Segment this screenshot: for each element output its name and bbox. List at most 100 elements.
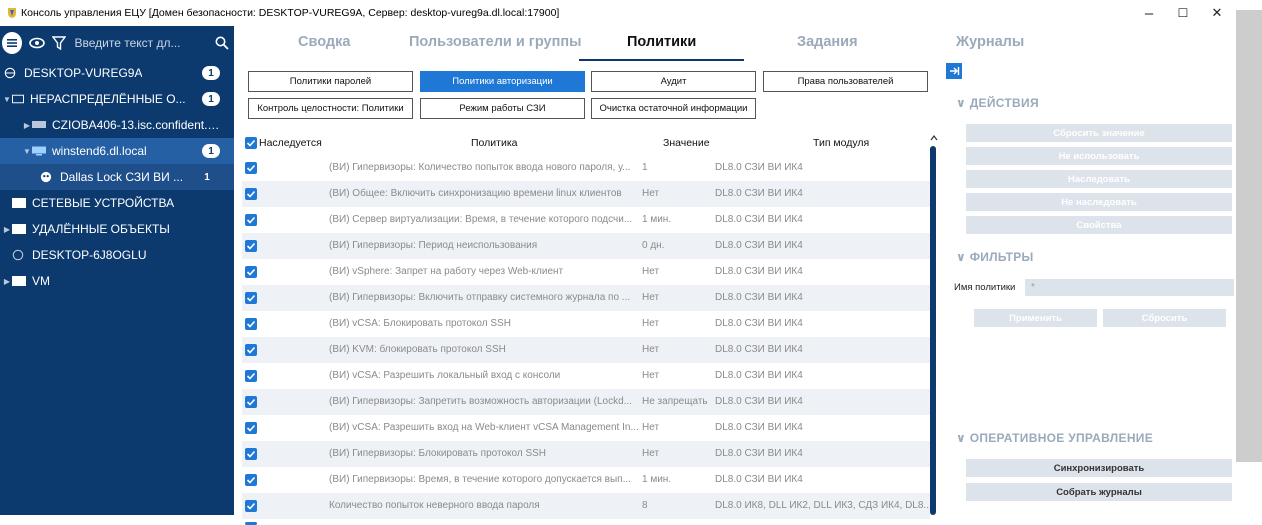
- module-cell: DL8.0 СЗИ ВИ ИК4: [715, 422, 803, 433]
- table-row[interactable]: (ВИ) Гипервизоры: Время, в течение котор…: [242, 467, 930, 493]
- column-header-inherited[interactable]: Наследуется: [259, 137, 322, 149]
- chevron-right-icon[interactable]: ▶: [2, 225, 12, 234]
- folder-icon: [12, 198, 26, 208]
- tree-item-unassigned[interactable]: ▼ НЕРАСПРЕДЕЛЁННЫЕ О... 1: [0, 86, 234, 112]
- authorization-policies-button[interactable]: Политики авторизации: [420, 71, 585, 92]
- tree-item-vm[interactable]: ▶ VM: [0, 268, 234, 294]
- table-row[interactable]: (ВИ) vCSA: Разрешить вход на Web-клиент …: [242, 415, 930, 441]
- eye-button[interactable]: [28, 32, 48, 54]
- tree-item-computer[interactable]: ▶ CZIOBA406-13.isc.confident.s...: [0, 112, 234, 138]
- operational-section-header[interactable]: ∨ ОПЕРАТИВНОЕ УПРАВЛЕНИЕ: [956, 431, 1153, 445]
- table-row[interactable]: (ВИ) KVM: блокировать протокол SSH Нет DL8…: [242, 337, 930, 363]
- inherited-checkbox[interactable]: [245, 344, 257, 356]
- checkmark-icon: [246, 320, 256, 328]
- module-cell: DL8.0 СЗИ ВИ ИК4: [715, 474, 803, 485]
- policy-name-filter-input[interactable]: [1025, 279, 1234, 296]
- inherited-checkbox[interactable]: [245, 474, 257, 486]
- table-row[interactable]: (ВИ) vCSA: Блокировать протокол SSH Нет DL…: [242, 311, 930, 337]
- inherited-checkbox[interactable]: [245, 422, 257, 434]
- reset-filter-button[interactable]: Сбросить: [1103, 309, 1226, 327]
- table-row[interactable]: (ВИ) Гипервизоры: Запретить возможность …: [242, 389, 930, 415]
- tab-summary[interactable]: Сводка: [298, 34, 350, 50]
- checkmark-icon: [246, 450, 256, 458]
- search-button[interactable]: [213, 32, 233, 54]
- tree-item-domain[interactable]: DESKTOP-VUREG9A 1: [0, 60, 234, 86]
- checkmark-icon: [246, 190, 256, 198]
- section-title: ФИЛЬТРЫ: [969, 250, 1034, 264]
- scroll-up-icon[interactable]: [930, 134, 938, 142]
- computer-icon: [32, 146, 46, 156]
- menu-button[interactable]: [2, 32, 22, 54]
- do-not-use-button[interactable]: Не использовать: [966, 147, 1232, 165]
- window-scrollbar[interactable]: [1236, 10, 1262, 462]
- eye-icon: [29, 37, 46, 49]
- tree-item-remote-objects[interactable]: ▶ УДАЛЁННЫЕ ОБЪЕКТЫ: [0, 216, 234, 242]
- action-panel: ∨ ДЕЙСТВИЯ Сбросить значение Не использо…: [940, 60, 1236, 515]
- inherited-checkbox[interactable]: [245, 396, 257, 408]
- scrollbar-thumb[interactable]: [930, 146, 936, 515]
- audit-button[interactable]: Аудит: [591, 71, 756, 92]
- table-row[interactable]: (ВИ) Гипервизоры: Количество попыток вво…: [242, 155, 930, 181]
- properties-button[interactable]: Свойства: [966, 216, 1232, 234]
- inherited-checkbox[interactable]: [245, 370, 257, 382]
- inherited-checkbox[interactable]: [245, 162, 257, 174]
- module-cell: DL8.0 СЗИ ВИ ИК4: [715, 292, 803, 303]
- reset-value-button[interactable]: Сбросить значение: [966, 124, 1232, 142]
- table-row[interactable]: (ВИ) vSphere: Запрет на работу через Web…: [242, 259, 930, 285]
- chevron-down-icon[interactable]: ▼: [22, 147, 32, 156]
- tree-item-network-devices[interactable]: СЕТЕВЫЕ УСТРОЙСТВА: [0, 190, 234, 216]
- select-all-checkbox[interactable]: [245, 137, 257, 149]
- close-button[interactable]: ✕: [1200, 0, 1234, 26]
- szi-mode-button[interactable]: Режим работы СЗИ: [420, 98, 585, 119]
- minimize-button[interactable]: –: [1132, 0, 1166, 26]
- search-input[interactable]: [70, 31, 211, 55]
- chevron-down-icon[interactable]: ▼: [2, 95, 12, 104]
- tab-policies[interactable]: Политики: [627, 34, 696, 50]
- column-header-value[interactable]: Значение: [663, 137, 710, 149]
- table-row[interactable]: (ВИ) Гипервизоры: Включить отправку сист…: [242, 285, 930, 311]
- tab-logs[interactable]: Журналы: [956, 34, 1024, 50]
- inherited-checkbox[interactable]: [245, 500, 257, 512]
- maximize-button[interactable]: ☐: [1166, 0, 1200, 26]
- actions-section-header[interactable]: ∨ ДЕЙСТВИЯ: [956, 96, 1039, 110]
- window-controls: – ☐ ✕: [1132, 0, 1234, 26]
- collect-logs-button[interactable]: Собрать журналы: [966, 483, 1232, 501]
- table-row[interactable]: [242, 519, 930, 525]
- do-not-inherit-button[interactable]: Не наследовать: [966, 193, 1232, 211]
- tree-item-winstend[interactable]: ▼ winstend6.dl.local 1: [0, 138, 234, 164]
- password-policies-button[interactable]: Политики паролей: [248, 71, 413, 92]
- synchronize-button[interactable]: Синхронизировать: [966, 459, 1232, 477]
- collapse-panel-icon[interactable]: [946, 63, 962, 79]
- table-row[interactable]: (ВИ) Гипервизоры: Период неиспользования…: [242, 233, 930, 259]
- inherit-button[interactable]: Наследовать: [966, 170, 1232, 188]
- checkmark-icon: [246, 398, 256, 406]
- inherited-checkbox[interactable]: [245, 292, 257, 304]
- table-row[interactable]: (ВИ) vCSA: Разрешить локальный вход с ко…: [242, 363, 930, 389]
- inherited-checkbox[interactable]: [245, 214, 257, 226]
- inherited-checkbox[interactable]: [245, 266, 257, 278]
- tree-item-desktop-6j8oglu[interactable]: DESKTOP-6J8OGLU: [0, 242, 234, 268]
- user-rights-button[interactable]: Права пользователей: [763, 71, 928, 92]
- table-row[interactable]: Количество попыток неверного ввода парол…: [242, 493, 930, 519]
- filters-section-header[interactable]: ∨ ФИЛЬТРЫ: [956, 250, 1034, 264]
- inherited-checkbox[interactable]: [245, 240, 257, 252]
- inherited-checkbox[interactable]: [245, 188, 257, 200]
- tab-users-groups[interactable]: Пользователи и группы: [409, 34, 581, 50]
- table-row[interactable]: (ВИ) Гипервизоры: Блокировать протокол S…: [242, 441, 930, 467]
- filter-button[interactable]: [49, 32, 69, 54]
- table-row[interactable]: (ВИ) Общее: Включить синхронизацию време…: [242, 181, 930, 207]
- column-header-policy[interactable]: Политика: [471, 137, 518, 149]
- column-header-module[interactable]: Тип модуля: [813, 137, 869, 149]
- tab-tasks[interactable]: Задания: [797, 34, 858, 50]
- apply-filter-button[interactable]: Применить: [974, 309, 1097, 327]
- table-scrollbar[interactable]: [930, 135, 938, 515]
- inherited-checkbox[interactable]: [245, 318, 257, 330]
- tree-item-dallas-lock[interactable]: Dallas Lock СЗИ ВИ ... 1: [0, 164, 234, 190]
- integrity-control-button[interactable]: Контроль целостности: Политики: [248, 98, 413, 119]
- chevron-right-icon[interactable]: ▶: [2, 277, 12, 286]
- residual-info-cleanup-button[interactable]: Очистка остаточной информации: [591, 98, 756, 119]
- table-row[interactable]: (ВИ) Сервер виртуализации: Время, в тече…: [242, 207, 930, 233]
- chevron-right-icon[interactable]: ▶: [22, 121, 32, 130]
- module-cell: DL8.0 СЗИ ВИ ИК4: [715, 318, 803, 329]
- inherited-checkbox[interactable]: [245, 448, 257, 460]
